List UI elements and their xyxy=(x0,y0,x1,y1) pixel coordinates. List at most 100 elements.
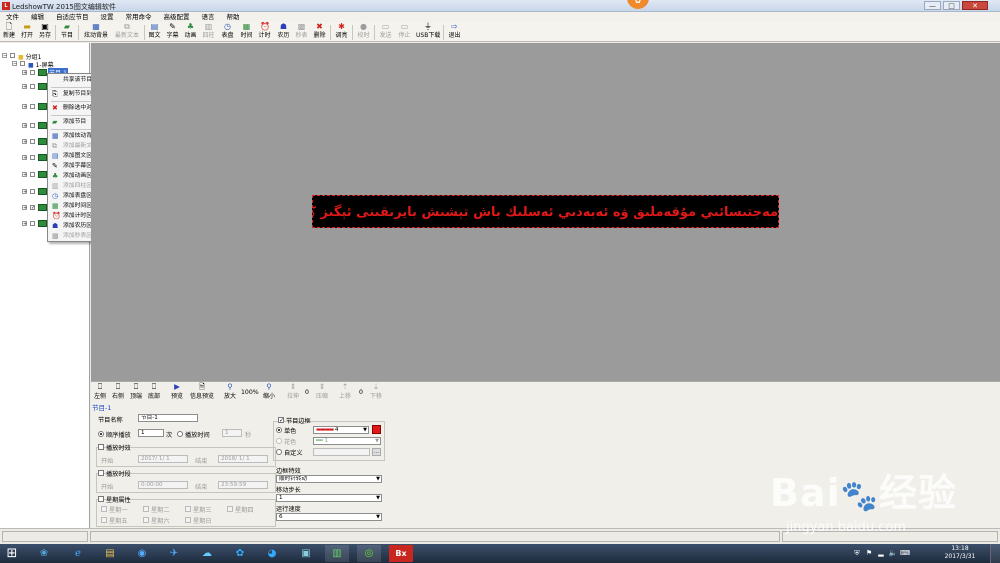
tree-item-toggle[interactable]: + xyxy=(22,139,27,145)
baidu-netdisk-icon[interactable]: ✿ xyxy=(228,545,252,562)
menu-common-commands[interactable]: 常用命令 xyxy=(120,12,158,22)
compress-button[interactable]: ⇕ 压缩 xyxy=(315,383,329,401)
tree-item-checkbox-checked[interactable]: ✓ xyxy=(30,205,35,211)
flag-icon[interactable]: ⚑ xyxy=(864,545,874,562)
tool-icon[interactable]: ◎ xyxy=(357,545,381,562)
fish-icon[interactable]: ◕ xyxy=(260,545,284,562)
tree-root-checkbox[interactable] xyxy=(10,53,15,58)
tree-item-toggle[interactable]: + xyxy=(22,189,27,195)
ledshow-icon[interactable]: ▥ xyxy=(325,545,349,562)
stopwatch-button[interactable]: ▩ 秒表 xyxy=(294,23,309,41)
time-period-checkbox[interactable] xyxy=(98,470,104,476)
sunday-checkbox[interactable] xyxy=(185,517,191,523)
play-order-radio[interactable] xyxy=(98,431,104,437)
close-button[interactable]: ✕ xyxy=(962,1,988,10)
monday-checkbox[interactable] xyxy=(101,506,107,512)
start-time-input[interactable]: 0:00:00 xyxy=(138,481,188,489)
tree-item-checkbox[interactable] xyxy=(30,84,35,89)
tree-item-checkbox[interactable] xyxy=(30,155,35,160)
single-color-radio[interactable] xyxy=(276,427,282,433)
tree-item-toggle[interactable]: + xyxy=(22,205,27,211)
send-button[interactable]: ▭ 发送 xyxy=(378,23,393,41)
border-color-swatch[interactable] xyxy=(372,425,381,434)
feather-icon[interactable]: ✈ xyxy=(162,545,186,562)
lunar-button[interactable]: ☗ 农历 xyxy=(276,23,291,41)
network-icon[interactable]: ▂ xyxy=(876,545,886,562)
tree-item-toggle[interactable]: + xyxy=(22,104,27,110)
wps-icon[interactable]: ❀ xyxy=(32,545,56,562)
menu-edit[interactable]: 编辑 xyxy=(25,12,50,22)
move-step-select[interactable]: 1 xyxy=(276,494,382,502)
menu-file[interactable]: 文件 xyxy=(0,12,25,22)
tree-item-checkbox[interactable] xyxy=(30,189,35,194)
background-button[interactable]: ▦ 炫动背景 xyxy=(82,23,110,41)
tree-program-checkbox[interactable] xyxy=(30,70,35,75)
windows-start-icon[interactable]: ⊞ xyxy=(2,545,22,562)
program-name-input[interactable]: 节目-1 xyxy=(138,414,198,422)
border-style-select[interactable]: ▬▬▬▬ 4 xyxy=(313,426,369,434)
align-bottom-button[interactable]: ⎕ 底部 xyxy=(147,383,161,401)
menu-language[interactable]: 语言 xyxy=(196,12,221,22)
open-button[interactable]: ▬ 打开 xyxy=(20,23,34,41)
move-up-button[interactable]: ⇡ 上移 xyxy=(338,383,352,401)
brightness-button[interactable]: ✱ 调亮 xyxy=(334,23,349,41)
tree-program-toggle[interactable]: + xyxy=(22,70,27,76)
flowery-radio[interactable] xyxy=(276,438,282,444)
weekday-checkbox[interactable] xyxy=(98,496,104,502)
stretch-button[interactable]: ⇕ 拉伸 xyxy=(286,383,300,401)
subtitle-button[interactable]: ✎ 字幕 xyxy=(165,23,180,41)
maximize-button[interactable]: □ xyxy=(943,1,960,10)
timed-play-checkbox[interactable] xyxy=(98,444,104,450)
media-icon[interactable]: ◉ xyxy=(130,545,154,562)
tuesday-checkbox[interactable] xyxy=(143,506,149,512)
animation-button[interactable]: ♣ 动画 xyxy=(183,23,198,41)
badge-icon[interactable]: ✿ xyxy=(627,0,649,9)
align-left-button[interactable]: ⎕ 左侧 xyxy=(93,383,107,401)
play-time-radio[interactable] xyxy=(177,431,183,437)
cloud-icon[interactable]: ☁ xyxy=(195,545,219,562)
menu-adaptive-program[interactable]: 自适应节目 xyxy=(50,12,95,22)
saturday-checkbox[interactable] xyxy=(143,517,149,523)
image-text-button[interactable]: ▤ 图文 xyxy=(147,23,162,41)
timer-button[interactable]: ⏰ 计时 xyxy=(257,23,272,41)
tree-item-checkbox[interactable] xyxy=(30,123,35,128)
system-clock[interactable]: 13:18 2017/3/31 xyxy=(944,545,976,561)
shield-icon[interactable]: ⛨ xyxy=(852,545,862,562)
time-button[interactable]: ▦ 时间 xyxy=(239,23,254,41)
dial-button[interactable]: ◷ 表盘 xyxy=(220,23,235,41)
saveas-button[interactable]: ▣ 另存 xyxy=(38,23,52,41)
preview-button[interactable]: ▶ 预览 xyxy=(170,383,184,401)
flowery-style-select[interactable]: ━━ 1 xyxy=(313,437,381,445)
tree-item-toggle[interactable]: + xyxy=(22,123,27,129)
pillars-button[interactable]: ▥ 四柱 xyxy=(201,23,216,41)
tree-item-checkbox[interactable] xyxy=(30,139,35,144)
play-count-stepper[interactable]: 1 xyxy=(138,429,164,437)
custom-browse-button[interactable]: … xyxy=(372,448,381,456)
tree-item-checkbox[interactable] xyxy=(30,221,35,226)
tree-screen-checkbox[interactable] xyxy=(20,61,25,66)
start-date-picker[interactable]: 2017/ 1/ 1 xyxy=(138,455,188,463)
align-top-button[interactable]: ⎕ 顶端 xyxy=(129,383,143,401)
play-time-stepper[interactable]: 1 xyxy=(222,429,242,437)
bx-icon[interactable]: Bx xyxy=(389,545,413,562)
menu-help[interactable]: 帮助 xyxy=(221,12,246,22)
tree-collapse-toggle[interactable]: − xyxy=(2,53,7,59)
tree-item-checkbox[interactable] xyxy=(30,172,35,177)
tree-item-toggle[interactable]: + xyxy=(22,155,27,161)
show-desktop-button[interactable] xyxy=(990,544,1000,563)
minimize-button[interactable]: — xyxy=(924,1,941,10)
wednesday-checkbox[interactable] xyxy=(185,506,191,512)
custom-radio[interactable] xyxy=(276,449,282,455)
align-right-button[interactable]: ⎕ 右侧 xyxy=(111,383,125,401)
ime-icon[interactable]: ⌨ xyxy=(900,545,910,562)
menu-settings[interactable]: 设置 xyxy=(95,12,120,22)
custom-border-input[interactable] xyxy=(313,448,370,456)
volume-icon[interactable]: 🔈 xyxy=(888,545,898,562)
border-checkbox[interactable]: ✓ xyxy=(278,417,284,424)
tree-screen-toggle[interactable]: − xyxy=(12,61,17,67)
end-date-picker[interactable]: 2018/ 1/ 1 xyxy=(218,455,268,463)
monitor-icon[interactable]: ▣ xyxy=(294,545,318,562)
explorer-icon[interactable]: ▤ xyxy=(98,545,122,562)
thursday-checkbox[interactable] xyxy=(227,506,233,512)
sync-time-button[interactable]: ● 校时 xyxy=(356,23,371,41)
